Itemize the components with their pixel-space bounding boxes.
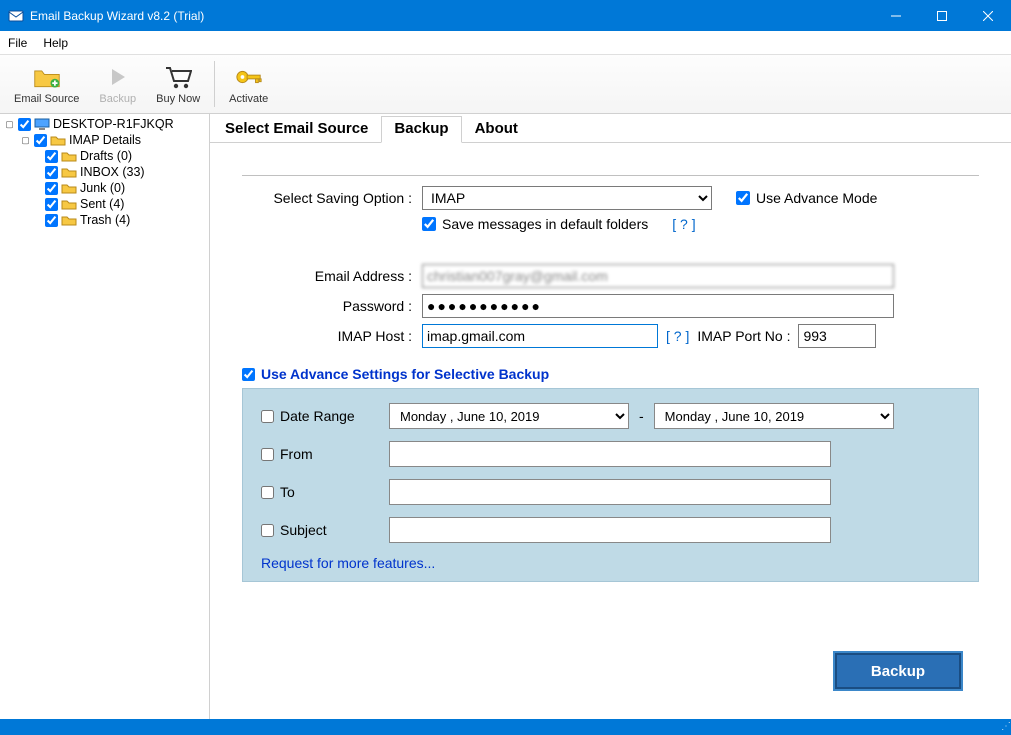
imap-host-label: IMAP Host : (242, 328, 422, 344)
toolbar-email-source[interactable]: Email Source (4, 57, 89, 111)
tree-folder-checkbox[interactable] (45, 166, 58, 179)
tree-folder-label: Trash (4) (80, 213, 130, 227)
from-label: From (280, 446, 313, 462)
folder-icon (61, 213, 77, 227)
email-input[interactable] (422, 264, 894, 288)
use-advance-mode-label: Use Advance Mode (756, 190, 877, 206)
tree-imap-label: IMAP Details (69, 133, 141, 147)
tree-folder-inbox[interactable]: INBOX (33) (0, 164, 209, 180)
save-default-label: Save messages in default folders (442, 216, 648, 232)
tree-folder-trash[interactable]: Trash (4) (0, 212, 209, 228)
subject-input[interactable] (389, 517, 831, 543)
tree-root-node[interactable]: ▢ DESKTOP-R1FJKQR (0, 116, 209, 132)
divider (242, 175, 979, 176)
folder-plus-icon (33, 63, 61, 91)
toolbar-backup[interactable]: Backup (89, 57, 146, 111)
tab-select-source[interactable]: Select Email Source (212, 116, 381, 142)
toolbar-backup-label: Backup (99, 93, 136, 105)
date-range-checkbox[interactable] (261, 410, 274, 423)
backup-button[interactable]: Backup (835, 653, 961, 689)
menu-help[interactable]: Help (43, 36, 68, 50)
subject-label: Subject (280, 522, 327, 538)
app-icon (8, 8, 24, 24)
request-features-link[interactable]: Request for more features... (261, 555, 960, 571)
tree-imap-node[interactable]: ▢ IMAP Details (0, 132, 209, 148)
save-default-checkbox[interactable] (422, 217, 436, 231)
menu-bar: File Help (0, 31, 1011, 55)
tree-folder-drafts[interactable]: Drafts (0) (0, 148, 209, 164)
from-checkbox[interactable] (261, 448, 274, 461)
toolbar-email-source-label: Email Source (14, 93, 79, 105)
subject-checkbox[interactable] (261, 524, 274, 537)
toolbar-buy-now[interactable]: Buy Now (146, 57, 210, 111)
tree-folder-checkbox[interactable] (45, 214, 58, 227)
folder-icon (61, 149, 77, 163)
backup-tab-body: Select Saving Option : IMAP Use Advance … (210, 143, 1011, 719)
date-from-select[interactable]: Monday , June 10, 2019 (389, 403, 629, 429)
date-to-select[interactable]: Monday , June 10, 2019 (654, 403, 894, 429)
to-checkbox[interactable] (261, 486, 274, 499)
imap-port-input[interactable] (798, 324, 876, 348)
folder-tree: ▢ DESKTOP-R1FJKQR ▢ IMAP Details Drafts … (0, 114, 210, 719)
resize-grip-icon[interactable]: ⋰ (1001, 724, 1009, 730)
imap-host-input[interactable] (422, 324, 658, 348)
help-link[interactable]: [ ? ] (666, 328, 689, 344)
computer-icon (34, 117, 50, 131)
tree-imap-checkbox[interactable] (34, 134, 47, 147)
tree-folder-label: Junk (0) (80, 181, 125, 195)
tree-folder-checkbox[interactable] (45, 198, 58, 211)
tab-backup[interactable]: Backup (381, 116, 461, 143)
tree-root-checkbox[interactable] (18, 118, 31, 131)
minimize-button[interactable] (873, 0, 919, 31)
menu-file[interactable]: File (8, 36, 27, 50)
toolbar-activate-label: Activate (229, 93, 268, 105)
saving-option-select[interactable]: IMAP (422, 186, 712, 210)
toolbar-buy-now-label: Buy Now (156, 93, 200, 105)
play-icon (104, 63, 132, 91)
maximize-button[interactable] (919, 0, 965, 31)
saving-option-label: Select Saving Option : (242, 190, 422, 206)
use-advance-mode-checkbox[interactable] (736, 191, 750, 205)
window-title: Email Backup Wizard v8.2 (Trial) (30, 9, 873, 23)
tab-about[interactable]: About (462, 116, 531, 142)
toolbar-activate[interactable]: Activate (219, 57, 278, 111)
folder-icon (50, 133, 66, 147)
collapse-icon[interactable]: ▢ (4, 119, 15, 130)
tree-root-label: DESKTOP-R1FJKQR (53, 117, 174, 131)
tree-folder-checkbox[interactable] (45, 150, 58, 163)
from-input[interactable] (389, 441, 831, 467)
password-input[interactable] (422, 294, 894, 318)
imap-port-label: IMAP Port No : (697, 328, 790, 344)
tree-folder-checkbox[interactable] (45, 182, 58, 195)
to-input[interactable] (389, 479, 831, 505)
password-label: Password : (242, 298, 422, 314)
date-separator: - (639, 408, 644, 424)
title-bar: Email Backup Wizard v8.2 (Trial) (0, 0, 1011, 31)
folder-icon (61, 197, 77, 211)
collapse-icon[interactable]: ▢ (20, 135, 31, 146)
advance-settings-checkbox[interactable] (242, 368, 255, 381)
advance-settings-label: Use Advance Settings for Selective Backu… (261, 366, 549, 382)
date-range-label: Date Range (280, 408, 355, 424)
help-link[interactable]: [ ? ] (672, 216, 695, 232)
tree-folder-label: INBOX (33) (80, 165, 145, 179)
folder-icon (61, 181, 77, 195)
cart-icon (164, 63, 192, 91)
toolbar: Email Source Backup Buy Now Activate (0, 55, 1011, 114)
toolbar-separator (214, 61, 215, 107)
tree-folder-label: Sent (4) (80, 197, 124, 211)
tree-folder-label: Drafts (0) (80, 149, 132, 163)
key-icon (235, 63, 263, 91)
tree-folder-junk[interactable]: Junk (0) (0, 180, 209, 196)
tabs: Select Email Source Backup About (210, 114, 1011, 143)
status-bar: ⋰ (0, 719, 1011, 735)
to-label: To (280, 484, 295, 500)
folder-icon (61, 165, 77, 179)
email-label: Email Address : (242, 268, 422, 284)
tree-folder-sent[interactable]: Sent (4) (0, 196, 209, 212)
close-button[interactable] (965, 0, 1011, 31)
advance-panel: Date Range Monday , June 10, 2019 - Mond… (242, 388, 979, 582)
